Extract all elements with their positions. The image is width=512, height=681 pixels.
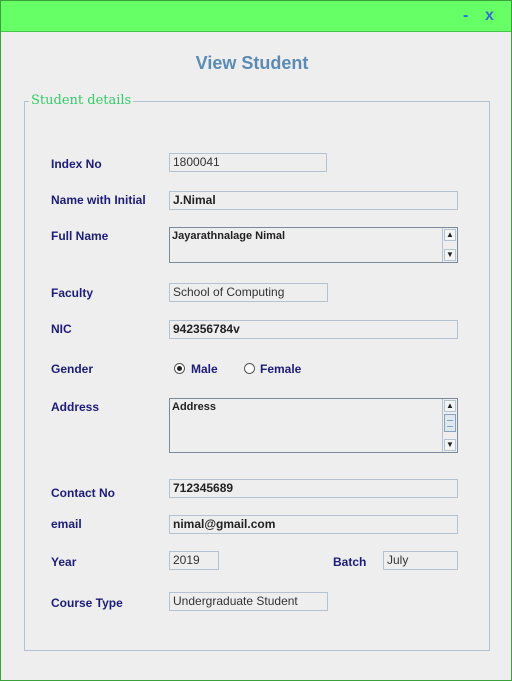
title-bar[interactable]: - x	[1, 1, 511, 32]
course-type-field[interactable]: Undergraduate Student	[169, 592, 328, 611]
full-name-textarea[interactable]: Jayarathnalage Nimal ▲ ▼	[169, 227, 458, 263]
batch-label: Batch	[333, 555, 367, 569]
gender-male-radio[interactable]	[174, 363, 185, 374]
address-value: Address	[172, 401, 217, 413]
scroll-up-icon[interactable]: ▲	[444, 229, 456, 241]
scrollbar-thumb[interactable]	[444, 414, 456, 432]
contact-no-field[interactable]: 712345689	[169, 479, 458, 498]
gender-female-label[interactable]: Female	[260, 362, 301, 376]
name-with-initial-label: Name with Initial	[51, 193, 146, 207]
scroll-down-icon[interactable]: ▼	[444, 439, 456, 451]
gender-label: Gender	[51, 362, 94, 376]
name-with-initial-field[interactable]: J.Nimal	[169, 191, 458, 210]
full-name-label: Full Name	[51, 229, 109, 243]
faculty-label: Faculty	[51, 286, 94, 300]
year-field[interactable]: 2019	[169, 551, 219, 570]
faculty-field[interactable]: School of Computing	[169, 283, 328, 302]
page-title: View Student	[195, 53, 309, 73]
address-scrollbar[interactable]: ▲ ▼	[442, 399, 457, 452]
view-student-window: - x View Student Student details Index N…	[0, 0, 512, 681]
index-no-field[interactable]: 1800041	[169, 153, 327, 172]
contact-no-label: Contact No	[51, 486, 115, 500]
gender-female-radio[interactable]	[244, 363, 255, 374]
minimize-button[interactable]: -	[463, 8, 468, 24]
close-button[interactable]: x	[485, 8, 494, 24]
gender-male-label[interactable]: Male	[191, 362, 218, 376]
index-no-label: Index No	[51, 157, 102, 171]
nic-field[interactable]: 942356784v	[169, 320, 458, 339]
course-type-label: Course Type	[51, 596, 123, 610]
full-name-scrollbar[interactable]: ▲ ▼	[442, 228, 457, 262]
scroll-down-icon[interactable]: ▼	[444, 249, 456, 261]
student-details-legend: Student details	[29, 93, 134, 108]
nic-label: NIC	[51, 322, 72, 336]
scroll-up-icon[interactable]: ▲	[444, 400, 456, 412]
full-name-value: Jayarathnalage Nimal	[172, 230, 286, 242]
address-label: Address	[51, 400, 100, 414]
address-textarea[interactable]: Address ▲ ▼	[169, 398, 458, 453]
email-label: email	[51, 517, 82, 531]
year-label: Year	[51, 555, 77, 569]
batch-field[interactable]: July	[383, 551, 458, 570]
email-field[interactable]: nimal@gmail.com	[169, 515, 458, 534]
